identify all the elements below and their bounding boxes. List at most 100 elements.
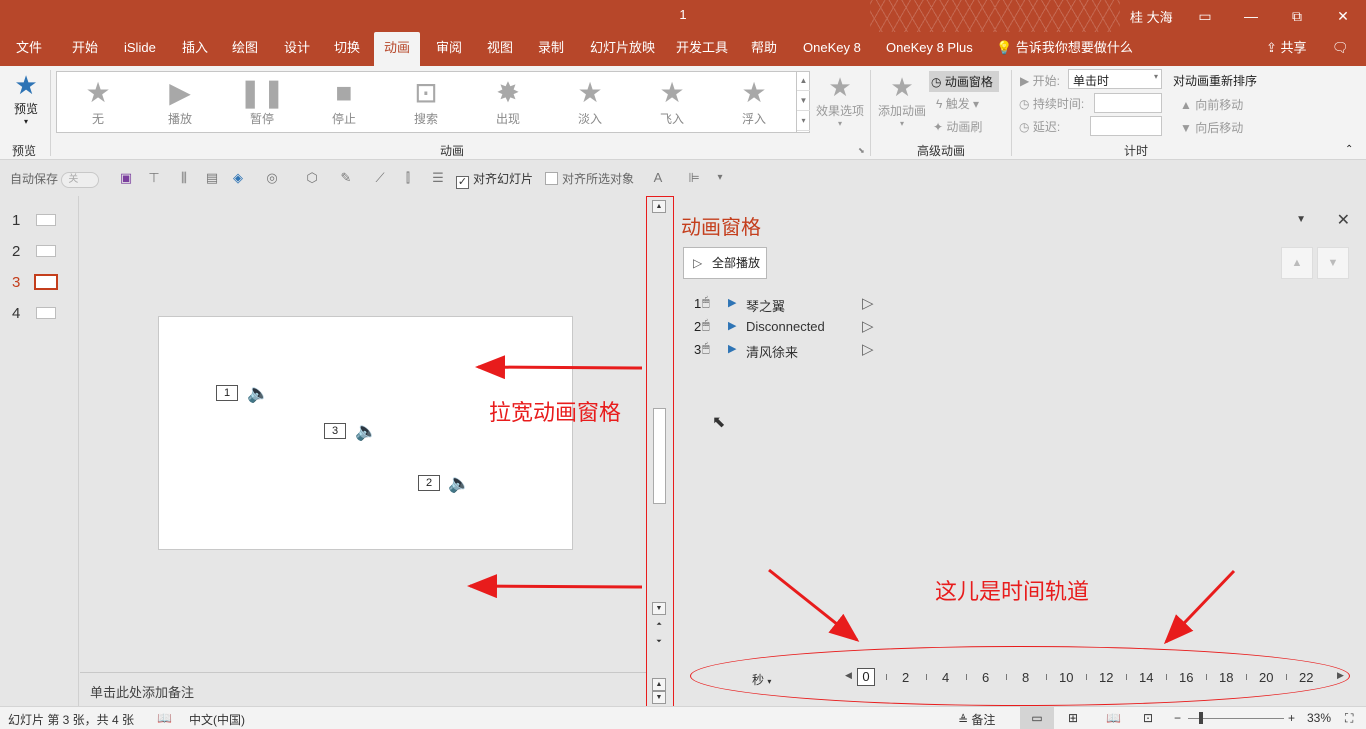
pane-close-icon[interactable]: ✕ [1337, 210, 1350, 230]
circle-icon[interactable]: ◎ [264, 171, 280, 185]
restore-button[interactable]: ⧉ [1282, 5, 1312, 27]
speaker-icon[interactable]: 🔈 [448, 473, 470, 494]
add-animation-button[interactable]: ★ 添加动画 ▾ [876, 72, 928, 128]
animation-item[interactable]: 1 🖱 ▶ 琴之翼 ▷ [690, 294, 880, 314]
move-up-button[interactable]: ▲ [1281, 247, 1313, 279]
pane-options-icon[interactable]: ▼ [1296, 214, 1306, 225]
tab-help[interactable]: 帮助 [741, 32, 787, 66]
gallery-item-appear[interactable]: ✸ 出现 [473, 76, 543, 128]
comments-icon[interactable]: 🗨 [1322, 32, 1359, 66]
tab-review[interactable]: 审阅 [426, 32, 472, 66]
align-selected-checkbox[interactable]: 对齐所选对象 [545, 170, 634, 187]
tab-design[interactable]: 设计 [274, 32, 320, 66]
move-later-button[interactable]: ▼ 向后移动 [1180, 119, 1243, 136]
tab-developer[interactable]: 开发工具 [666, 32, 738, 66]
gallery-item-pause[interactable]: ❚❚ 暂停 [227, 76, 297, 128]
animation-item[interactable]: 2 🖱 ▶ Disconnected ▷ [690, 317, 880, 337]
tab-onekey8plus[interactable]: OneKey 8 Plus [876, 32, 983, 66]
distribute-vertical-icon[interactable]: ☰ [430, 171, 446, 185]
eyedropper-icon[interactable]: ⟋ [372, 171, 388, 185]
format-painter-icon[interactable]: ⊫ [686, 171, 702, 185]
timeline-unit-dropdown[interactable]: 秒 ▾ [752, 671, 771, 688]
tab-transitions[interactable]: 切换 [324, 32, 370, 66]
spellcheck-icon[interactable]: 📖 [157, 711, 172, 725]
animation-dialog-launcher-icon[interactable]: ⬊ [858, 146, 865, 155]
minimize-button[interactable]: — [1236, 5, 1266, 27]
outline-icon[interactable]: ✎ [338, 171, 354, 185]
start-select[interactable]: 单击时 ▾ [1068, 69, 1162, 89]
autosave-toggle[interactable]: 关 [61, 171, 100, 188]
thumbnail-slide-4[interactable]: 4 [12, 303, 72, 323]
reading-view-icon[interactable]: 📖 [1106, 711, 1121, 725]
speaker-icon[interactable]: 🔈 [355, 421, 377, 442]
animation-item[interactable]: 3 🖱 ▶ 清风徐来 ▷ [690, 340, 880, 360]
timeline-scroll-left-icon[interactable]: ◀ [845, 670, 852, 681]
thumbnail-slide-2[interactable]: 2 [12, 241, 72, 261]
align-middle-icon[interactable]: ⫿ [400, 171, 416, 185]
zoom-level[interactable]: 33% [1307, 711, 1331, 725]
animation-tag-2[interactable]: 2 [418, 475, 440, 491]
align-top-icon[interactable]: ⊤ [146, 171, 162, 185]
animation-tag-1[interactable]: 1 [216, 385, 238, 401]
gallery-item-play[interactable]: ▶ 播放 [145, 76, 215, 128]
speaker-icon[interactable]: 🔈 [247, 383, 269, 404]
normal-view-icon[interactable]: ▭ [1020, 707, 1054, 729]
thumbnail-slide-1[interactable]: 1 [12, 210, 72, 230]
timeline-scroll-right-icon[interactable]: ▶ [1337, 670, 1344, 681]
tab-view[interactable]: 视图 [477, 32, 523, 66]
tab-home[interactable]: 开始 [62, 32, 108, 66]
effect-options-button[interactable]: ★ 效果选项 ▾ [814, 72, 866, 128]
collapse-ribbon-icon[interactable]: ⌃ [1345, 144, 1353, 155]
gallery-scroll[interactable]: ▲ ▼ ▾ [796, 71, 810, 133]
font-color-icon[interactable]: A [650, 171, 666, 185]
shapes-icon[interactable]: ◈ [230, 171, 246, 185]
save-icon[interactable]: ▣ [118, 171, 134, 185]
tell-me-search[interactable]: 💡 告诉我你想要做什么 [986, 32, 1143, 66]
move-down-button[interactable]: ▼ [1317, 247, 1349, 279]
gallery-up-icon[interactable]: ▲ [797, 71, 810, 91]
slide-canvas[interactable]: 1 🔈 3 🔈 2 🔈 [158, 316, 573, 550]
play-all-button[interactable]: ▷ 全部播放 [683, 247, 767, 279]
tab-file[interactable]: 文件 [6, 32, 52, 66]
fit-to-window-icon[interactable]: ⛶ [1345, 711, 1353, 726]
distribute-icon[interactable]: ⫼ [176, 171, 192, 185]
thumbnail-slide-3[interactable]: 3 [12, 272, 72, 292]
slide-sorter-icon[interactable]: ⊞ [1068, 711, 1078, 725]
close-button[interactable]: ✕ [1328, 5, 1358, 27]
zoom-out-icon[interactable]: − [1174, 711, 1181, 725]
zoom-slider-knob[interactable] [1199, 712, 1203, 724]
animation-painter-button[interactable]: ✦ 动画刷 [933, 118, 982, 135]
tab-slideshow[interactable]: 幻灯片放映 [580, 32, 665, 66]
gallery-item-none[interactable]: ★ 无 [63, 76, 133, 128]
tab-draw[interactable]: 绘图 [222, 32, 268, 66]
tab-record[interactable]: 录制 [528, 32, 574, 66]
animation-pane-button[interactable]: ◷ 动画窗格 [929, 71, 999, 92]
fill-icon[interactable]: ⬡ [304, 171, 320, 185]
user-name[interactable]: 桂 大海 [1130, 7, 1173, 26]
tab-islide[interactable]: iSlide [114, 32, 166, 66]
trigger-button[interactable]: ϟ 触发 ▾ [936, 95, 979, 112]
slideshow-view-icon[interactable]: ⊡ [1143, 711, 1153, 725]
preview-button[interactable]: ★ 预览 ▾ [6, 70, 46, 136]
gallery-item-stop[interactable]: ■ 停止 [309, 76, 379, 128]
textbox-icon[interactable]: ▤ [204, 171, 220, 185]
notes-area[interactable]: 单击此处添加备注 [80, 672, 646, 706]
tab-animations[interactable]: 动画 [374, 32, 421, 66]
gallery-item-float-in[interactable]: ★ 浮入 [719, 76, 789, 128]
autosave[interactable]: 自动保存 关 [10, 170, 100, 188]
language-label[interactable]: 中文(中国) [189, 711, 245, 728]
tab-onekey8[interactable]: OneKey 8 [793, 32, 871, 66]
gallery-item-fly-in[interactable]: ★ 飞入 [637, 76, 707, 128]
gallery-down-icon[interactable]: ▼ [797, 91, 810, 111]
duration-input[interactable] [1094, 93, 1162, 113]
animation-tag-3[interactable]: 3 [324, 423, 346, 439]
gallery-item-fade[interactable]: ★ 淡入 [555, 76, 625, 128]
move-earlier-button[interactable]: ▲ 向前移动 [1180, 96, 1243, 113]
timeline-ruler[interactable]: 0 2 4 6 8 10 12 14 16 18 20 22 [857, 668, 1333, 686]
gallery-more-icon[interactable]: ▾ [797, 111, 810, 131]
ribbon-display-icon[interactable]: ▭ [1190, 5, 1220, 27]
delay-input[interactable] [1090, 116, 1162, 136]
zoom-in-icon[interactable]: + [1288, 711, 1295, 725]
align-slide-checkbox[interactable]: ✓ 对齐幻灯片 [456, 170, 533, 189]
tab-insert[interactable]: 插入 [172, 32, 218, 66]
